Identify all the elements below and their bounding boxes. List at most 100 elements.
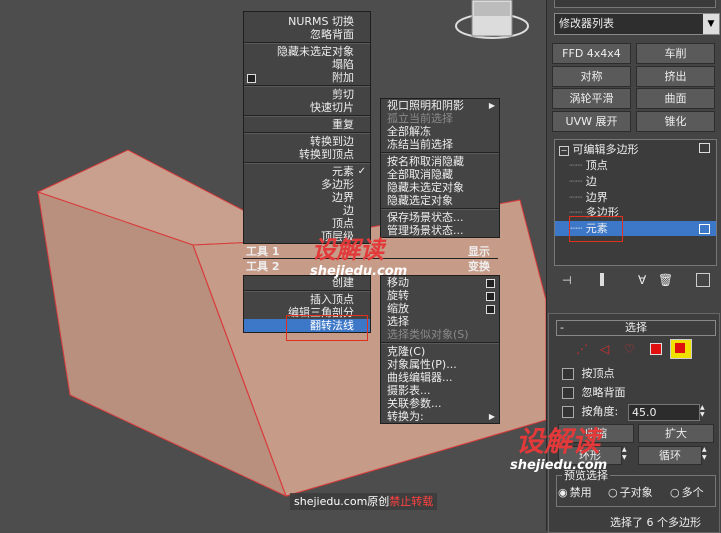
stack-display-icon[interactable] xyxy=(699,224,710,234)
subobject-toolbar: ⋰ ◁ ♡ xyxy=(572,339,721,361)
remove-modifier-icon[interactable]: 🗑 xyxy=(658,273,673,287)
by-vertex-checkbox[interactable]: 按顶点 xyxy=(562,367,615,381)
modifier-list-label: 修改器列表 xyxy=(559,17,614,30)
menu-item-wire-params[interactable]: 关联参数... xyxy=(381,397,499,410)
vertex-mode-icon[interactable]: ⋰ xyxy=(576,342,588,356)
checkbox-label: 按角度: xyxy=(581,405,619,418)
ring-spinner-icon[interactable]: ▲ ▼ xyxy=(622,446,630,463)
radio-multiple[interactable]: ○ 多个 xyxy=(670,486,704,500)
menu-item-polygon[interactable]: 多边形 xyxy=(244,178,370,191)
menu-item-clone[interactable]: 克隆(C) xyxy=(381,345,499,358)
menu-item-scale[interactable]: 缩放 xyxy=(381,302,499,315)
menu-item-repeat[interactable]: 重复 xyxy=(244,118,370,131)
radio-label: 子对象 xyxy=(619,486,653,499)
menu-item-unfreeze-all[interactable]: 全部解冻 xyxy=(381,125,499,138)
modifier-stack: − 可编辑多边形 ┈┈ 顶点 ┈┈ 边 ┈┈ 边界 ┈┈ 多边形 ┈┈ 元素 xyxy=(554,139,717,266)
menu-item-viewport-lighting[interactable]: 视口照明和阴影 ▶ xyxy=(381,99,499,112)
make-unique-icon[interactable]: ∀ xyxy=(638,273,646,287)
angle-spinner[interactable]: 45.0 xyxy=(628,404,700,421)
menu-item-label: 转换到顶点 xyxy=(299,148,354,161)
loop-button[interactable]: 循环 xyxy=(638,446,702,465)
menu-item-select[interactable]: 选择 xyxy=(381,315,499,328)
menu-item-manage-scene-state[interactable]: 管理场景状态... xyxy=(381,224,499,237)
polygon-mode-icon[interactable] xyxy=(650,343,662,355)
configure-sets-icon[interactable] xyxy=(696,273,710,287)
spinner-arrows-icon[interactable]: ▲ ▼ xyxy=(700,404,708,419)
menu-item-curve-editor[interactable]: 曲线编辑器... xyxy=(381,371,499,384)
menu-item-label: 隐藏选定对象 xyxy=(387,194,453,207)
uvw-unwrap-button[interactable]: UVW 展开 xyxy=(552,111,631,132)
symmetry-button[interactable]: 对称 xyxy=(552,66,631,87)
loop-spinner-icon[interactable]: ▲ ▼ xyxy=(702,446,710,463)
highlight-box-element xyxy=(569,216,623,242)
radio-subobject[interactable]: ○ 子对象 xyxy=(608,486,653,500)
menu-item-ignore-backface[interactable]: 忽略背面 xyxy=(244,28,370,41)
menu-item-hide-unselected-2[interactable]: 隐藏未选定对象 xyxy=(381,181,499,194)
lathe-button[interactable]: 车削 xyxy=(636,43,715,64)
turbosmooth-button[interactable]: 涡轮平滑 xyxy=(552,88,631,109)
menu-item-save-scene-state[interactable]: 保存场景状态... xyxy=(381,211,499,224)
menu-item-convert-to[interactable]: 转换为: ▶ xyxy=(381,410,499,423)
menu-item-collapse[interactable]: 塌陷 xyxy=(244,58,370,71)
stack-item-border[interactable]: ┈┈ 边界 xyxy=(569,190,608,205)
menu-item-border[interactable]: 边界 xyxy=(244,191,370,204)
menu-item-quickslice[interactable]: 快速切片 xyxy=(244,101,370,114)
object-name-field[interactable] xyxy=(554,0,716,8)
menu-item-element[interactable]: 元素 ✓ xyxy=(244,165,370,178)
menu-item-isolate: 孤立当前选择 xyxy=(381,112,499,125)
menu-item-edge[interactable]: 边 xyxy=(244,204,370,217)
ffd-button[interactable]: FFD 4x4x4 xyxy=(552,43,631,64)
taper-button[interactable]: 锥化 xyxy=(636,111,715,132)
menu-item-object-properties[interactable]: 对象属性(P)... xyxy=(381,358,499,371)
menu-item-rotate[interactable]: 旋转 xyxy=(381,289,499,302)
menu-item-cut[interactable]: 剪切 xyxy=(244,88,370,101)
stack-item-label: 边界 xyxy=(585,191,608,204)
menu-item-nurms[interactable]: NURMS 切换 xyxy=(244,15,370,28)
quad-label-display: 显示 xyxy=(468,245,490,258)
stack-item-edge[interactable]: ┈┈ 边 xyxy=(569,174,597,189)
surface-button[interactable]: 曲面 xyxy=(636,88,715,109)
menu-item-label: 全部取消隐藏 xyxy=(387,168,453,181)
border-mode-icon[interactable]: ♡ xyxy=(624,342,635,356)
menu-item-unhide-by-name[interactable]: 按名称取消隐藏 xyxy=(381,155,499,168)
menu-item-attach[interactable]: 附加 xyxy=(244,71,370,84)
checkbox-box xyxy=(562,387,574,399)
stack-item-vertex[interactable]: ┈┈ 顶点 xyxy=(569,158,608,173)
radio-on-icon: ◉ xyxy=(558,486,568,499)
modifier-list-dropdown[interactable]: 修改器列表 ▼ xyxy=(554,13,720,35)
by-angle-checkbox[interactable]: 按角度: xyxy=(562,405,618,419)
ignore-backface-checkbox[interactable]: 忽略背面 xyxy=(562,386,626,400)
grow-button[interactable]: 扩大 xyxy=(638,424,714,443)
stack-display-icon[interactable] xyxy=(699,143,710,153)
collapse-icon[interactable]: − xyxy=(559,146,569,156)
menu-item-label: 转换到边 xyxy=(310,135,354,148)
menu-item-insert-vertex[interactable]: 插入顶点 xyxy=(244,293,370,306)
settings-box-icon[interactable] xyxy=(247,74,256,83)
menu-item-label: 管理场景状态... xyxy=(387,224,464,237)
settings-box-icon[interactable] xyxy=(486,279,495,288)
menu-item-dope-sheet[interactable]: 摄影表... xyxy=(381,384,499,397)
menu-item-freeze-selection[interactable]: 冻结当前选择 xyxy=(381,138,499,151)
menu-item-label: 附加 xyxy=(332,71,354,84)
menu-item-hide-unselected[interactable]: 隐藏未选定对象 xyxy=(244,45,370,58)
radio-label: 多个 xyxy=(681,486,704,499)
menu-item-unhide-all[interactable]: 全部取消隐藏 xyxy=(381,168,499,181)
menu-item-hide-selection[interactable]: 隐藏选定对象 xyxy=(381,194,499,207)
menu-item-convert-edge[interactable]: 转换到边 xyxy=(244,135,370,148)
menu-item-convert-vertex[interactable]: 转换到顶点 xyxy=(244,148,370,161)
radio-disabled[interactable]: ◉ 禁用 xyxy=(558,486,592,500)
watermark-logo-right: 设解读 xyxy=(516,425,601,458)
show-end-result-icon[interactable] xyxy=(600,273,604,286)
element-cube-icon xyxy=(675,343,685,353)
stack-item-editable-poly[interactable]: − 可编辑多边形 xyxy=(559,142,639,157)
settings-box-icon[interactable] xyxy=(486,292,495,301)
edge-mode-icon[interactable]: ◁ xyxy=(600,342,609,356)
checkbox-box xyxy=(562,406,574,418)
settings-box-icon[interactable] xyxy=(486,305,495,314)
checkbox-label: 忽略背面 xyxy=(581,386,626,399)
menu-item-vertex[interactable]: 顶点 xyxy=(244,217,370,230)
rollout-header[interactable]: - 选择 xyxy=(556,320,716,336)
extrude-button[interactable]: 挤出 xyxy=(636,66,715,87)
submenu-arrow-icon: ▶ xyxy=(488,412,495,421)
pin-stack-icon[interactable]: ⊣ xyxy=(562,274,572,287)
